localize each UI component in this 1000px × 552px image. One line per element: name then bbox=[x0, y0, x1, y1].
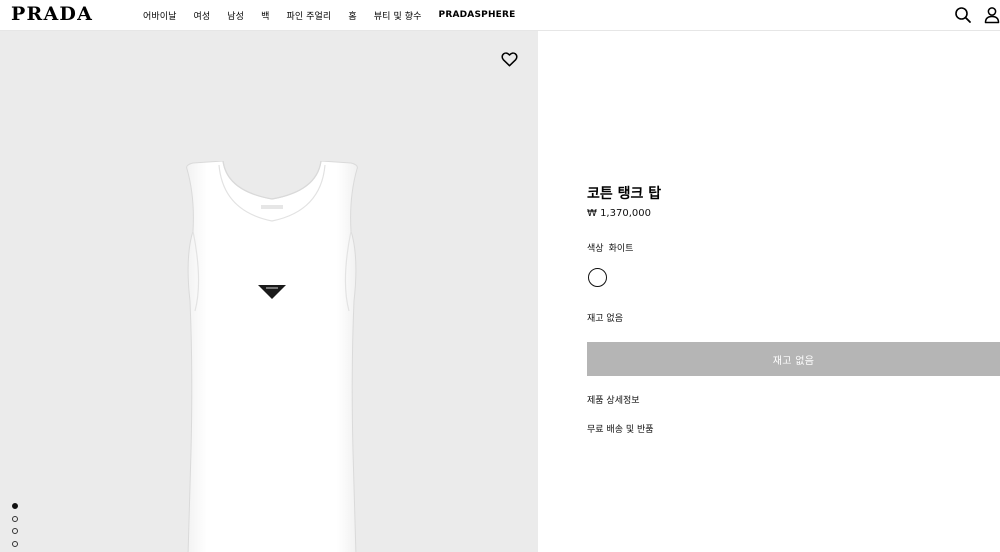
product-info-panel: 코튼 탱크 탑 ₩ 1,370,000 색상 화이트 재고 없음 재고 없음 제품… bbox=[538, 31, 1000, 552]
main-nav: 어바이날 여성 남성 백 파인 주얼리 홈 뷰티 및 향수 PRADASPHER… bbox=[143, 0, 516, 30]
nav-item-home[interactable]: 홈 bbox=[348, 9, 356, 22]
shipping-returns-link[interactable]: 무료 배송 및 반품 bbox=[587, 422, 654, 435]
stock-status: 재고 없음 bbox=[587, 314, 623, 324]
account-icon[interactable] bbox=[983, 6, 1000, 24]
search-icon[interactable] bbox=[954, 6, 972, 24]
color-value: 화이트 bbox=[608, 244, 634, 254]
prada-logo[interactable]: PRADA bbox=[11, 5, 93, 24]
site-header: PRADA 어바이날 여성 남성 백 파인 주얼리 홈 뷰티 및 향수 PRAD… bbox=[0, 0, 1000, 31]
product-image-gallery[interactable] bbox=[0, 31, 538, 552]
gallery-pagination bbox=[12, 503, 18, 552]
nav-item-women[interactable]: 여성 bbox=[194, 9, 211, 22]
nav-item-pradasphere[interactable]: PRADASPHERE bbox=[439, 10, 516, 20]
product-title: 코튼 탱크 탑 bbox=[587, 186, 662, 202]
color-swatch-white[interactable] bbox=[588, 268, 607, 287]
color-label: 색상 bbox=[587, 244, 604, 254]
nav-item-new-arrivals[interactable]: 어바이날 bbox=[143, 9, 177, 22]
out-of-stock-button[interactable]: 재고 없음 bbox=[587, 342, 1000, 376]
heart-icon[interactable] bbox=[500, 50, 519, 69]
product-image bbox=[186, 161, 358, 552]
nav-item-men[interactable]: 남성 bbox=[227, 9, 244, 22]
gallery-dot-3[interactable] bbox=[12, 528, 18, 534]
nav-item-fine-jewelry[interactable]: 파인 주얼리 bbox=[286, 9, 331, 22]
gallery-dot-1[interactable] bbox=[12, 503, 18, 509]
gallery-dot-4[interactable] bbox=[12, 540, 18, 547]
product-price: ₩ 1,370,000 bbox=[587, 208, 651, 219]
gallery-dot-2[interactable] bbox=[12, 515, 18, 522]
nav-item-bags[interactable]: 백 bbox=[261, 9, 269, 22]
product-details-link[interactable]: 제품 상세정보 bbox=[587, 393, 640, 406]
color-row: 색상 화이트 bbox=[587, 241, 633, 254]
nav-item-beauty[interactable]: 뷰티 및 향수 bbox=[374, 9, 422, 22]
